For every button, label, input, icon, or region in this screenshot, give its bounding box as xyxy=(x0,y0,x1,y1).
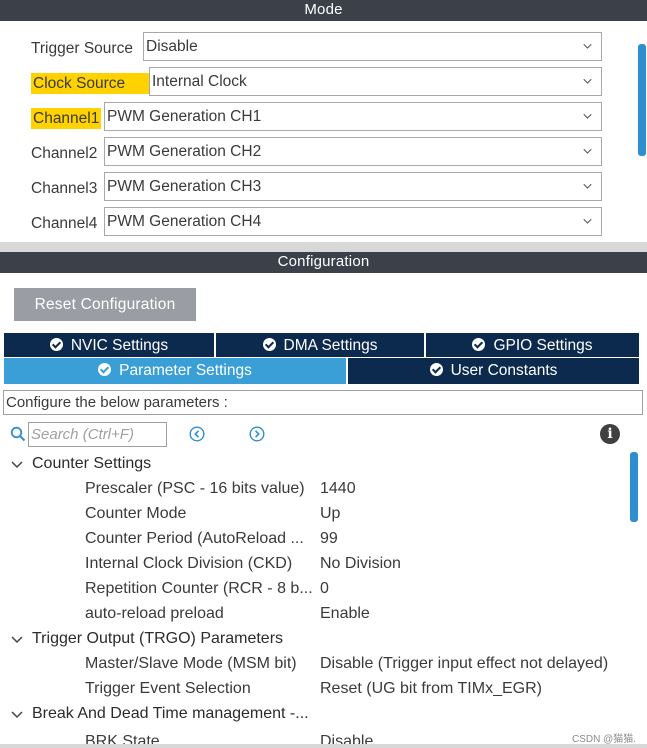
tab-nvic-label: NVIC Settings xyxy=(70,337,169,354)
param-name: Trigger Event Selection xyxy=(85,680,251,697)
clock-source-select[interactable]: Internal Clock xyxy=(149,67,602,96)
tab-nvic-settings[interactable]: NVIC Settings xyxy=(4,333,214,357)
trigger-source-value: Disable xyxy=(146,38,198,55)
channel2-row: Channel2 PWM Generation CH2 xyxy=(0,137,630,167)
param-value[interactable]: 1440 xyxy=(320,480,356,498)
trigger-source-label: Trigger Source xyxy=(31,40,133,57)
channel4-select[interactable]: PWM Generation CH4 xyxy=(104,207,602,236)
param-value[interactable]: 99 xyxy=(320,530,338,548)
param-row[interactable]: Trigger Event Selection Reset (UG bit fr… xyxy=(0,678,625,703)
watermark: CSDN @猫猫. xyxy=(572,734,637,745)
clock-source-row: Clock Source Internal Clock xyxy=(0,67,630,97)
param-name: auto-reload preload xyxy=(85,605,224,622)
trigger-source-row: Trigger Source Disable xyxy=(0,32,630,62)
clock-source-label: Clock Source xyxy=(31,73,149,94)
param-row[interactable]: Master/Slave Mode (MSM bit) Disable (Tri… xyxy=(0,653,625,678)
chevron-down-icon xyxy=(583,148,592,154)
check-circle-icon xyxy=(49,338,63,351)
group-label: Break And Dead Time management -... xyxy=(32,705,309,722)
group-label: Trigger Output (TRGO) Parameters xyxy=(32,630,284,647)
channel2-label: Channel2 xyxy=(31,145,98,162)
clock-source-value: Internal Clock xyxy=(152,73,247,90)
param-value[interactable]: Enable xyxy=(320,605,370,623)
previous-match-icon[interactable] xyxy=(189,426,205,442)
chevron-down-icon xyxy=(583,113,592,119)
tab-parameter-label: Parameter Settings xyxy=(119,362,252,379)
param-value[interactable]: Disable (Trigger input effect not delaye… xyxy=(320,655,608,673)
channel3-label: Channel3 xyxy=(31,180,98,197)
tab-gpio-label: GPIO Settings xyxy=(493,337,593,354)
param-name: Counter Period (AutoReload ... xyxy=(85,530,304,547)
parameters-scrollbar[interactable] xyxy=(630,452,638,522)
channel2-value: PWM Generation CH2 xyxy=(107,143,262,160)
check-circle-icon xyxy=(98,363,112,376)
next-match-icon[interactable] xyxy=(249,426,265,442)
chevron-down-icon xyxy=(583,78,592,84)
param-value[interactable]: Up xyxy=(320,505,340,523)
channel2-select[interactable]: PWM Generation CH2 xyxy=(104,137,602,166)
param-name: Prescaler (PSC - 16 bits value) xyxy=(85,480,305,497)
tab-dma-settings[interactable]: DMA Settings xyxy=(216,333,424,357)
channel3-select[interactable]: PWM Generation CH3 xyxy=(104,172,602,201)
param-name: Repetition Counter (RCR - 8 b... xyxy=(85,580,313,597)
channel4-value: PWM Generation CH4 xyxy=(107,213,262,230)
chevron-down-icon xyxy=(11,461,23,469)
param-name: Counter Mode xyxy=(85,505,187,522)
channel3-value: PWM Generation CH3 xyxy=(107,178,262,195)
param-value[interactable]: Reset (UG bit from TIMx_EGR) xyxy=(320,680,542,698)
channel3-row: Channel3 PWM Generation CH3 xyxy=(0,172,630,202)
tab-parameter-settings[interactable]: Parameter Settings xyxy=(4,358,346,384)
parameters-description: Configure the below parameters : xyxy=(3,390,643,415)
group-label: Counter Settings xyxy=(32,455,152,472)
trigger-source-select[interactable]: Disable xyxy=(143,32,602,61)
tab-user-constants[interactable]: User Constants xyxy=(348,358,639,384)
channel4-label: Channel4 xyxy=(31,215,98,232)
mode-splitter[interactable] xyxy=(0,242,647,252)
check-circle-icon xyxy=(429,363,443,376)
tree-group-break-dead-time[interactable]: Break And Dead Time management -... xyxy=(0,703,625,728)
check-circle-icon xyxy=(472,338,486,351)
channel1-select[interactable]: PWM Generation CH1 xyxy=(104,102,602,131)
mode-section-header: Mode xyxy=(0,0,647,21)
chevron-down-icon xyxy=(583,183,592,189)
chevron-down-icon xyxy=(11,636,23,644)
param-row[interactable]: Repetition Counter (RCR - 8 b... 0 xyxy=(0,578,625,603)
channel1-value: PWM Generation CH1 xyxy=(107,108,262,125)
channel1-row: Channel1 PWM Generation CH1 xyxy=(0,102,630,132)
mode-scrollbar[interactable] xyxy=(638,44,646,156)
channel1-label: Channel1 xyxy=(31,108,102,129)
tab-user-constants-label: User Constants xyxy=(450,362,558,379)
param-row[interactable]: Internal Clock Division (CKD) No Divisio… xyxy=(0,553,625,578)
search-input[interactable]: Search (Ctrl+F) xyxy=(28,422,167,447)
tab-gpio-settings[interactable]: GPIO Settings xyxy=(426,333,639,357)
search-icon[interactable] xyxy=(10,426,26,442)
param-value[interactable]: 0 xyxy=(320,580,329,598)
param-row[interactable]: Counter Mode Up xyxy=(0,503,625,528)
info-icon[interactable]: i xyxy=(600,424,620,444)
param-value[interactable]: No Division xyxy=(320,555,401,573)
mode-panel: Trigger Source Disable Clock Source Inte… xyxy=(0,21,647,242)
check-circle-icon xyxy=(262,338,276,351)
chevron-down-icon xyxy=(583,218,592,224)
tree-group-trgo-parameters[interactable]: Trigger Output (TRGO) Parameters xyxy=(0,628,625,653)
configuration-section-header: Configuration xyxy=(0,252,647,273)
reset-configuration-button[interactable]: Reset Configuration xyxy=(14,288,196,321)
tree-group-counter-settings[interactable]: Counter Settings xyxy=(0,453,625,478)
param-name: Master/Slave Mode (MSM bit) xyxy=(85,655,297,672)
param-row[interactable]: auto-reload preload Enable xyxy=(0,603,625,628)
bottom-border xyxy=(0,744,647,748)
tab-dma-label: DMA Settings xyxy=(283,337,378,354)
chevron-down-icon xyxy=(11,711,23,719)
param-row[interactable]: Prescaler (PSC - 16 bits value) 1440 xyxy=(0,478,625,503)
param-row[interactable]: Counter Period (AutoReload ... 99 xyxy=(0,528,625,553)
param-name: Internal Clock Division (CKD) xyxy=(85,555,293,572)
channel4-row: Channel4 PWM Generation CH4 xyxy=(0,207,630,237)
chevron-down-icon xyxy=(583,43,592,49)
